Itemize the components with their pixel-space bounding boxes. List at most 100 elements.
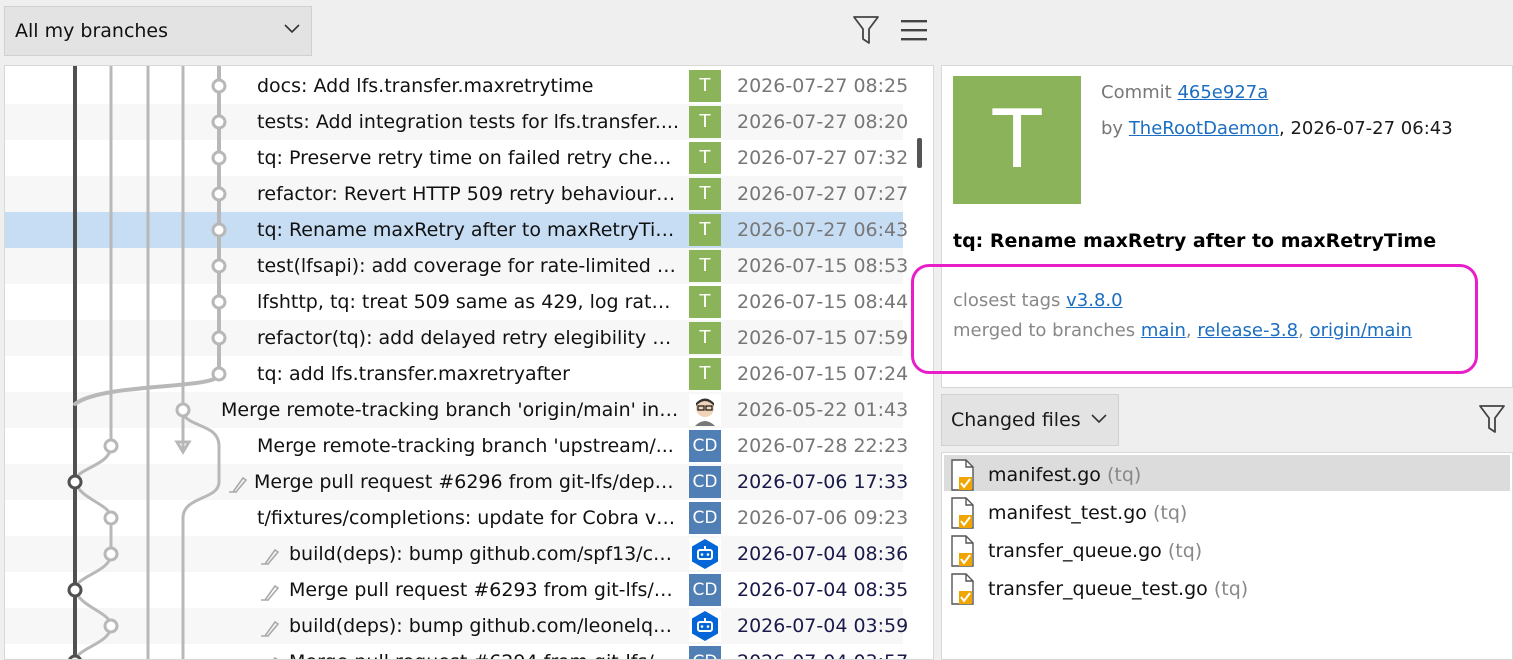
changed-files-label: Changed files — [951, 409, 1081, 431]
commit-message: build(deps): bump github.com/leonelqui..… — [289, 615, 681, 637]
branch-filter-label: All my branches — [15, 20, 169, 42]
graph-merge-curve — [73, 480, 113, 592]
commit-date: 2026-07-15 08:53 — [737, 255, 909, 277]
commit-message: refactor: Revert HTTP 509 retry behaviou… — [257, 183, 681, 205]
graph-merge-curve — [181, 408, 221, 659]
commit-author-avatar — [689, 538, 721, 570]
commit-message: Merge pull request #6293 from git-lfs/d.… — [289, 579, 681, 601]
commit-author-avatar: CD — [689, 466, 721, 498]
commit-message: t/fixtures/completions: update for Cobra… — [257, 507, 681, 529]
commit-message: Merge remote-tracking branch 'origin/mai… — [221, 399, 681, 421]
file-item[interactable]: manifest.go (tq) — [944, 455, 1510, 491]
commit-date: 2026-07-15 07:24 — [737, 363, 909, 385]
graph-commit-node — [103, 546, 119, 562]
commit-hash-link[interactable]: 465e927a — [1177, 82, 1268, 103]
commit-author-avatar: T — [689, 286, 721, 318]
commit-date: 2026-07-27 07:27 — [737, 183, 909, 205]
chevron-down-icon — [1091, 414, 1107, 424]
commit-author-avatar — [689, 610, 721, 642]
commit-message: test(lfsapi): add coverage for rate-limi… — [257, 255, 681, 277]
commit-date: 2026-07-06 09:23 — [737, 507, 909, 529]
changed-files-dropdown[interactable]: Changed files — [941, 394, 1119, 446]
commit-date: 2026-07-27 06:43 — [737, 219, 909, 241]
commit-date: 2026-07-04 03:57 — [737, 644, 908, 659]
commit-id-line: Commit 465e927a — [1101, 82, 1268, 103]
graph-commit-node — [211, 222, 227, 238]
commit-message: tq: Preserve retry time on failed retry … — [257, 147, 681, 169]
graph-commit-node — [103, 510, 119, 526]
graph-merge-node — [68, 654, 82, 659]
merge-pr-icon — [261, 584, 280, 601]
author-line: by TheRootDaemon, 2026-07-27 06:43 — [1101, 118, 1453, 139]
author-avatar: T — [953, 76, 1081, 204]
commit-graph — [67, 66, 227, 659]
file-name: transfer_queue_test.go (tq) — [988, 578, 1249, 600]
commit-date: 2026-07-04 03:59 — [737, 615, 909, 637]
filter-icon[interactable] — [852, 14, 880, 46]
graph-commit-node — [211, 186, 227, 202]
file-item[interactable]: transfer_queue_test.go (tq) — [944, 569, 1510, 605]
commit-date: 2026-07-27 07:32 — [737, 147, 909, 169]
file-name: transfer_queue.go (tq) — [988, 540, 1203, 562]
commit-subject: tq: Rename maxRetry after to maxRetryTim… — [953, 230, 1437, 252]
dependabot-icon — [692, 611, 718, 641]
file-item[interactable]: manifest_test.go (tq) — [944, 493, 1510, 529]
file-name: manifest.go (tq) — [988, 464, 1142, 486]
dependabot-icon — [692, 539, 718, 569]
commit-author-avatar: T — [689, 106, 721, 138]
toolbar: All my branches — [0, 0, 1513, 62]
menu-icon[interactable] — [901, 19, 927, 41]
by-label: by — [1101, 118, 1124, 139]
file-item[interactable]: transfer_queue.go (tq) — [944, 531, 1510, 567]
commit-author-avatar: CD — [689, 574, 721, 606]
annotation-highlight — [911, 264, 1478, 374]
commit-date: 2026-07-15 08:44 — [737, 291, 909, 313]
changed-files-list: manifest.go (tq) manifest_test.go (tq) tra… — [941, 452, 1513, 660]
merge-pr-icon — [261, 620, 280, 637]
person-face-icon — [695, 398, 715, 426]
commit-author-avatar: T — [689, 178, 721, 210]
graph-commit-node — [211, 330, 227, 346]
graph-merge-curve — [73, 444, 113, 484]
commit-author-avatar: CD — [689, 430, 721, 462]
commit-author-avatar: T — [689, 214, 721, 246]
branch-filter-dropdown[interactable]: All my branches — [4, 6, 312, 56]
commit-date: 2026-07-06 17:33 — [737, 471, 909, 493]
commit-message: tq: add lfs.transfer.maxretryafter — [257, 363, 570, 385]
chevron-down-icon — [284, 24, 300, 34]
commit-author-avatar: T — [689, 358, 721, 390]
commit-message: tests: Add integration tests for lfs.tra… — [257, 111, 680, 133]
commit-date: 2026-07-27 06:43 — [1290, 118, 1453, 139]
commit-message: docs: Add lfs.transfer.maxretrytime — [257, 75, 594, 97]
commit-date: 2026-07-04 08:36 — [737, 543, 909, 565]
graph-merge-node — [67, 474, 83, 490]
modified-file-icon — [951, 573, 974, 605]
modified-file-icon — [951, 459, 974, 491]
graph-commit-node — [211, 114, 227, 130]
commit-list[interactable]: docs: Add lfs.transfer.maxretrytime T 2026… — [4, 65, 934, 660]
commit-date: 2026-05-22 01:43 — [737, 399, 909, 421]
commit-author-avatar: CD — [689, 646, 721, 659]
graph-commit-node — [175, 402, 191, 418]
commit-author-avatar: T — [689, 322, 721, 354]
graph-commit-node — [211, 258, 227, 274]
files-filter-icon[interactable] — [1478, 403, 1506, 435]
commit-message: Merge pull request #6294 from git-lfs/d.… — [289, 644, 681, 659]
scrollbar-thumb[interactable] — [917, 138, 922, 168]
commit-message: Merge remote-tracking branch 'upstream/.… — [257, 435, 674, 457]
commit-date: 2026-07-15 07:59 — [737, 327, 909, 349]
commit-message: build(deps): bump github.com/spf13/co... — [289, 543, 681, 565]
merge-pr-icon — [273, 656, 278, 659]
commit-message: Merge pull request #6296 from git-lfs/de… — [254, 471, 681, 493]
author-link[interactable]: TheRootDaemon — [1129, 118, 1279, 139]
modified-file-icon — [951, 497, 974, 529]
commit-label: Commit — [1101, 82, 1172, 103]
modified-file-icon — [951, 535, 974, 567]
commit-author-avatar — [689, 394, 721, 426]
commit-date: 2026-07-04 08:35 — [737, 579, 909, 601]
graph-merge-node — [67, 582, 83, 598]
commit-author-avatar: T — [689, 142, 721, 174]
commit-date: 2026-07-28 22:23 — [737, 435, 909, 457]
commit-message: tq: Rename maxRetry after to maxRetryTim… — [257, 219, 681, 241]
graph-commit-node — [211, 294, 227, 310]
